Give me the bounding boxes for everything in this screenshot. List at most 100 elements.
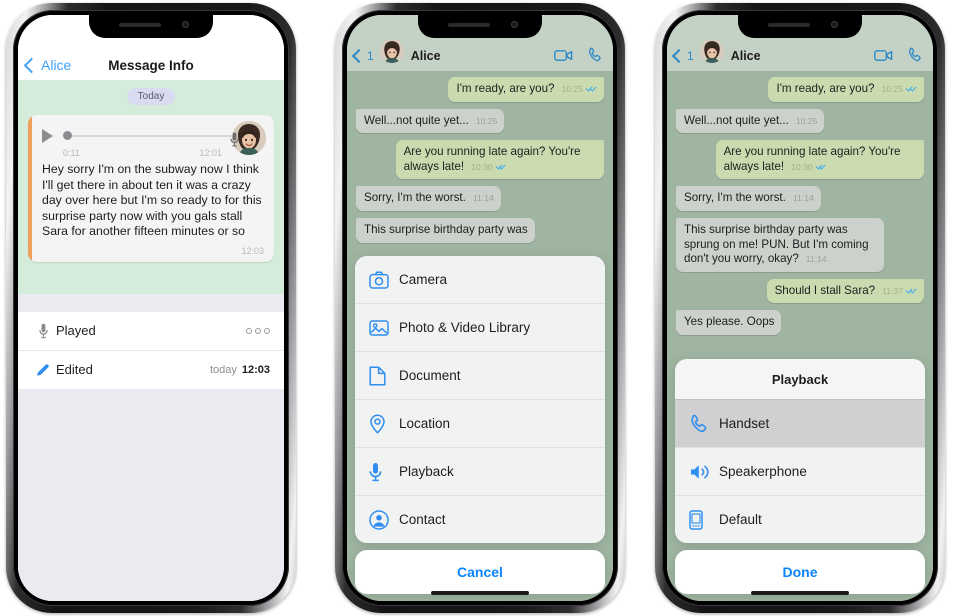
sheet-item-label: Camera	[399, 272, 448, 287]
message-bubble[interactable]: This surprise birthday party was sprung …	[676, 217, 885, 272]
back-button[interactable]: Alice	[18, 57, 71, 73]
read-receipt-icon	[496, 164, 507, 171]
message-row: Should I stall Sara? 11:37	[676, 278, 924, 304]
sheet-item-label: Contact	[399, 512, 446, 527]
earpiece-speaker	[448, 23, 490, 27]
sheet-item-speakerphone[interactable]: Speakerphone	[675, 447, 925, 495]
chevron-left-icon	[671, 48, 687, 64]
message-time: 10:25	[795, 115, 818, 126]
message-preview-area: Today 0:11 12:01 Hey sorry I'm on the su…	[18, 80, 284, 272]
cancel-button[interactable]: Cancel	[355, 550, 605, 594]
message-time: 11:14	[805, 254, 827, 265]
message-bubble[interactable]: I'm ready, are you? 10:25	[768, 77, 924, 102]
pencil-icon	[30, 362, 56, 378]
sheet-item-document[interactable]: Document	[355, 351, 605, 399]
phone-icon[interactable]	[587, 47, 603, 63]
sheet-item-location[interactable]: Location	[355, 399, 605, 447]
info-row-label: Played	[56, 323, 96, 338]
device-notch	[738, 15, 862, 38]
phone-screen: 1 Alice I'm ready, are you? 10:25 Well..…	[347, 15, 613, 601]
playback-scrubber[interactable]	[63, 131, 258, 140]
message-meta: 10:25	[881, 82, 917, 97]
contact-name: Alice	[730, 49, 761, 63]
chevron-left-icon	[23, 57, 40, 73]
sheet-title: Playback	[675, 359, 925, 399]
microphone-icon	[369, 462, 399, 482]
read-receipt-icon	[816, 164, 827, 171]
sheet-item-handset[interactable]: Handset	[675, 399, 925, 447]
message-time: 10:25	[881, 84, 903, 94]
sheet-item-photo-video-library[interactable]: Photo & Video Library	[355, 303, 605, 351]
scrubber-knob[interactable]	[63, 131, 72, 140]
voice-message-transcript: Hey sorry I'm on the subway now I think …	[42, 162, 262, 238]
message-bubble[interactable]: Sorry, I'm the worst. 11:14	[676, 186, 821, 211]
back-button[interactable]: 1	[351, 48, 374, 64]
message-bubble[interactable]: Sorry, I'm the worst. 11:14	[356, 186, 501, 211]
message-bubble[interactable]: Are you running late again? You're alway…	[715, 140, 924, 180]
chevron-left-icon	[351, 48, 367, 64]
message-meta: 11:37	[882, 284, 917, 299]
info-row-played[interactable]: Played	[18, 312, 284, 351]
phone-attachment-sheet: 1 Alice I'm ready, are you? 10:25 Well..…	[335, 3, 625, 613]
message-text: This surprise birthday party was sprung …	[684, 222, 869, 266]
message-bubble[interactable]: Should I stall Sara? 11:37	[766, 278, 924, 304]
message-bubble[interactable]: This surprise birthday party was	[356, 217, 535, 243]
chat-nav-actions	[554, 47, 603, 63]
phone-message-info: Alice Message Info Today 0:11 12:01 Hey …	[6, 3, 296, 613]
sheet-item-label: Location	[399, 416, 451, 431]
message-bubble[interactable]: Well...not quite yet... 10:25	[676, 108, 825, 134]
handset-icon	[689, 414, 719, 434]
mobile-device-icon	[689, 509, 719, 530]
video-camera-icon[interactable]	[554, 49, 573, 62]
play-icon[interactable]	[42, 128, 53, 143]
done-button[interactable]: Done	[675, 550, 925, 594]
device-notch	[89, 15, 213, 38]
message-text: I'm ready, are you?	[776, 82, 875, 95]
video-camera-icon[interactable]	[874, 49, 893, 62]
message-meta: 11:14	[806, 252, 827, 267]
phone-screen: Alice Message Info Today 0:11 12:01 Hey …	[18, 15, 284, 601]
microphone-icon	[230, 132, 239, 147]
sheet-item-playback[interactable]: Playback	[355, 447, 605, 495]
message-row: Are you running late again? You're alway…	[676, 140, 924, 180]
message-bubble[interactable]: Are you running late again? You're alway…	[395, 140, 604, 180]
contact-avatar[interactable]	[379, 39, 404, 63]
info-row-edited[interactable]: Edited today 12:03	[18, 351, 284, 389]
playback-action-sheet: Playback Handset Speakerphone Default Done	[667, 359, 933, 601]
message-time: 11:37	[882, 285, 903, 296]
microphone-icon	[30, 323, 56, 339]
message-row: This surprise birthday party was	[356, 217, 604, 243]
contact-icon	[369, 509, 399, 530]
sheet-item-label: Speakerphone	[719, 464, 807, 479]
speaker-icon	[689, 463, 719, 481]
sheet-item-camera[interactable]: Camera	[355, 256, 605, 303]
message-bubble[interactable]: Well...not quite yet... 10:25	[356, 108, 505, 134]
message-time: 10:25	[475, 115, 498, 126]
phone-bezel: 1 Alice I'm ready, are you? 10:25 Well..…	[342, 10, 618, 606]
camera-icon	[369, 271, 399, 289]
phone-playback-sheet: 1 Alice I'm ready, are you? 10:25 Well..…	[655, 3, 945, 613]
message-row: This surprise birthday party was sprung …	[676, 217, 924, 272]
ellipsis-icon	[246, 327, 270, 334]
chat-nav-actions	[874, 47, 923, 63]
message-text: Well...not quite yet...	[684, 113, 789, 127]
phone-bezel: 1 Alice I'm ready, are you? 10:25 Well..…	[662, 10, 938, 606]
info-row-label: Edited	[56, 362, 93, 377]
phone-icon[interactable]	[907, 47, 923, 63]
document-icon	[369, 365, 399, 386]
contact-avatar[interactable]	[699, 39, 724, 63]
back-button[interactable]: 1	[671, 48, 694, 64]
voice-message-player[interactable]	[28, 115, 274, 155]
message-meta: 10:30	[471, 160, 507, 175]
message-meta: 11:14	[473, 191, 494, 206]
message-text: This surprise birthday party was	[364, 222, 528, 236]
info-row-value	[246, 327, 270, 334]
sheet-item-default[interactable]: Default	[675, 495, 925, 543]
phone-bezel: Alice Message Info Today 0:11 12:01 Hey …	[13, 10, 289, 606]
message-bubble[interactable]: Yes please. Oops	[676, 310, 782, 335]
message-info-screen: Alice Message Info Today 0:11 12:01 Hey …	[18, 15, 284, 601]
sheet-item-contact[interactable]: Contact	[355, 495, 605, 543]
chat-screen: 1 Alice I'm ready, are you? 10:25 Well..…	[667, 15, 933, 601]
message-bubble[interactable]: I'm ready, are you? 10:25	[448, 77, 604, 102]
front-camera-icon	[831, 21, 838, 28]
